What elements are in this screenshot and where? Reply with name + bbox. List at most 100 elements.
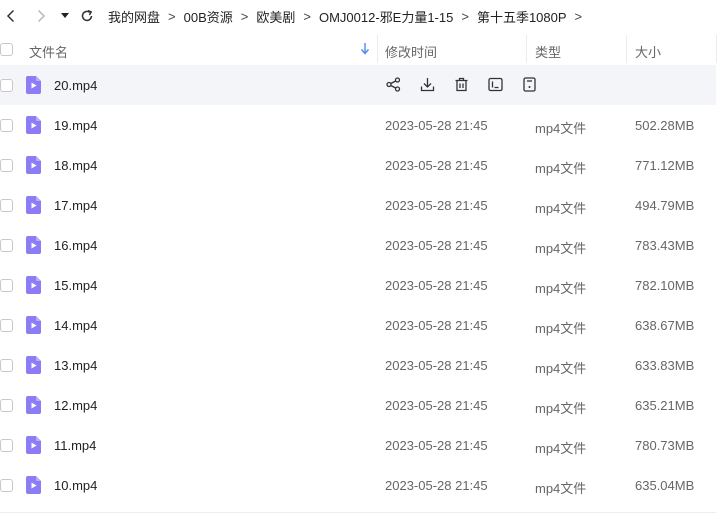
more-icon[interactable]: [521, 76, 538, 93]
file-size: 494.79MB: [635, 198, 695, 213]
row-actions: [385, 76, 555, 93]
navigation-bar: 我的网盘 > 00B资源 > 欧美剧 > OMJ0012-邪E力量1-15 > …: [0, 0, 728, 32]
file-size: 771.12MB: [635, 158, 695, 173]
breadcrumb-separator: >: [461, 8, 469, 24]
row-checkbox[interactable]: [0, 199, 13, 212]
file-name[interactable]: 17.mp4: [54, 198, 97, 213]
file-type: mp4文件: [535, 121, 587, 136]
select-all-checkbox[interactable]: [0, 43, 13, 56]
file-name[interactable]: 13.mp4: [54, 358, 97, 373]
chevron-left-icon[interactable]: [2, 7, 20, 25]
chevron-right-icon[interactable]: [32, 7, 50, 25]
column-divider[interactable]: [526, 35, 527, 63]
row-checkbox[interactable]: [0, 119, 13, 132]
file-name[interactable]: 19.mp4: [54, 118, 97, 133]
table-row[interactable]: 17.mp4 2023-05-28 21:45 mp4文件 494.79MB: [0, 185, 716, 225]
caret-down-icon[interactable]: [56, 7, 74, 25]
breadcrumb-item[interactable]: OMJ0012-邪E力量1-15: [319, 7, 453, 26]
table-row[interactable]: 12.mp4 2023-05-28 21:45 mp4文件 635.21MB: [0, 385, 716, 425]
file-modified-time: 2023-05-28 21:45: [385, 478, 488, 493]
column-header-name[interactable]: 文件名: [29, 42, 68, 61]
file-name[interactable]: 18.mp4: [54, 158, 97, 173]
video-file-icon: [26, 396, 41, 414]
video-file-icon: [26, 116, 41, 134]
table-row[interactable]: 19.mp4 2023-05-28 21:45 mp4文件 502.28MB: [0, 105, 716, 145]
breadcrumb-separator: >: [240, 8, 249, 24]
video-file-icon: [26, 236, 41, 254]
table-row[interactable]: 18.mp4 2023-05-28 21:45 mp4文件 771.12MB: [0, 145, 716, 185]
file-modified-time: 2023-05-28 21:45: [385, 158, 488, 173]
breadcrumb-item[interactable]: 欧美剧: [256, 7, 295, 26]
breadcrumb-item[interactable]: 我的网盘: [108, 7, 160, 26]
breadcrumb-item-current[interactable]: 第十五季1080P: [477, 7, 567, 26]
video-file-icon: [26, 156, 41, 174]
file-modified-time: 2023-05-28 21:45: [385, 438, 488, 453]
file-name[interactable]: 10.mp4: [54, 478, 97, 493]
sort-arrow-down-icon[interactable]: [360, 42, 370, 58]
file-size: 638.67MB: [635, 318, 695, 333]
video-file-icon: [26, 316, 41, 334]
file-size: 635.04MB: [635, 478, 695, 493]
file-size: 782.10MB: [635, 278, 695, 293]
column-divider[interactable]: [716, 35, 717, 63]
file-type: mp4文件: [535, 161, 587, 176]
row-checkbox[interactable]: [0, 279, 13, 292]
breadcrumb-separator: >: [303, 8, 311, 24]
file-size: 502.28MB: [635, 118, 695, 133]
column-header-time[interactable]: 修改时间: [385, 42, 437, 61]
table-row[interactable]: 13.mp4 2023-05-28 21:45 mp4文件 633.83MB: [0, 345, 716, 385]
row-checkbox[interactable]: [0, 479, 13, 492]
file-type: mp4文件: [535, 441, 587, 456]
video-file-icon: [26, 276, 41, 294]
row-checkbox[interactable]: [0, 159, 13, 172]
file-name[interactable]: 15.mp4: [54, 278, 97, 293]
column-divider[interactable]: [377, 35, 378, 63]
file-type: mp4文件: [535, 401, 587, 416]
file-type: mp4文件: [535, 281, 587, 296]
download-icon[interactable]: [419, 76, 436, 93]
row-checkbox[interactable]: [0, 239, 13, 252]
file-name[interactable]: 14.mp4: [54, 318, 97, 333]
table-header: 文件名 修改时间 类型 大小: [0, 33, 728, 65]
file-type: mp4文件: [535, 241, 587, 256]
table-row[interactable]: 11.mp4 2023-05-28 21:45 mp4文件 780.73MB: [0, 425, 716, 465]
table-row[interactable]: 16.mp4 2023-05-28 21:45 mp4文件 783.43MB: [0, 225, 716, 265]
file-size: 780.73MB: [635, 438, 695, 453]
breadcrumb-item[interactable]: 00B资源: [184, 7, 233, 26]
row-checkbox[interactable]: [0, 359, 13, 372]
breadcrumb-separator: >: [168, 8, 176, 24]
column-divider[interactable]: [626, 35, 627, 63]
file-type: mp4文件: [535, 201, 587, 216]
video-file-icon: [26, 76, 41, 94]
file-name[interactable]: 20.mp4: [54, 78, 97, 93]
column-header-type[interactable]: 类型: [535, 42, 561, 61]
row-checkbox[interactable]: [0, 319, 13, 332]
column-header-size[interactable]: 大小: [635, 42, 661, 61]
table-row[interactable]: 14.mp4 2023-05-28 21:45 mp4文件 638.67MB: [0, 305, 716, 345]
file-name[interactable]: 16.mp4: [54, 238, 97, 253]
file-modified-time: 2023-05-28 21:45: [385, 118, 488, 133]
row-checkbox[interactable]: [0, 79, 13, 92]
file-modified-time: 2023-05-28 21:45: [385, 358, 488, 373]
row-checkbox[interactable]: [0, 439, 13, 452]
row-checkbox[interactable]: [0, 399, 13, 412]
rename-icon[interactable]: [487, 76, 504, 93]
file-type: mp4文件: [535, 321, 587, 336]
file-name[interactable]: 12.mp4: [54, 398, 97, 413]
video-file-icon: [26, 476, 41, 494]
table-row[interactable]: 15.mp4 2023-05-28 21:45 mp4文件 782.10MB: [0, 265, 716, 305]
table-row[interactable]: 20.mp4: [0, 65, 716, 105]
file-modified-time: 2023-05-28 21:45: [385, 398, 488, 413]
breadcrumb-separator: >: [574, 8, 583, 24]
file-modified-time: 2023-05-28 21:45: [385, 238, 488, 253]
share-icon[interactable]: [385, 76, 402, 93]
file-name[interactable]: 11.mp4: [54, 438, 96, 453]
delete-icon[interactable]: [453, 76, 470, 93]
table-row[interactable]: 10.mp4 2023-05-28 21:45 mp4文件 635.04MB: [0, 465, 716, 505]
file-size: 633.83MB: [635, 358, 695, 373]
file-size: 635.21MB: [635, 398, 695, 413]
file-modified-time: 2023-05-28 21:45: [385, 198, 488, 213]
breadcrumb: 我的网盘 > 00B资源 > 欧美剧 > OMJ0012-邪E力量1-15 > …: [108, 7, 590, 26]
refresh-icon[interactable]: [78, 7, 96, 25]
file-type: mp4文件: [535, 361, 587, 376]
